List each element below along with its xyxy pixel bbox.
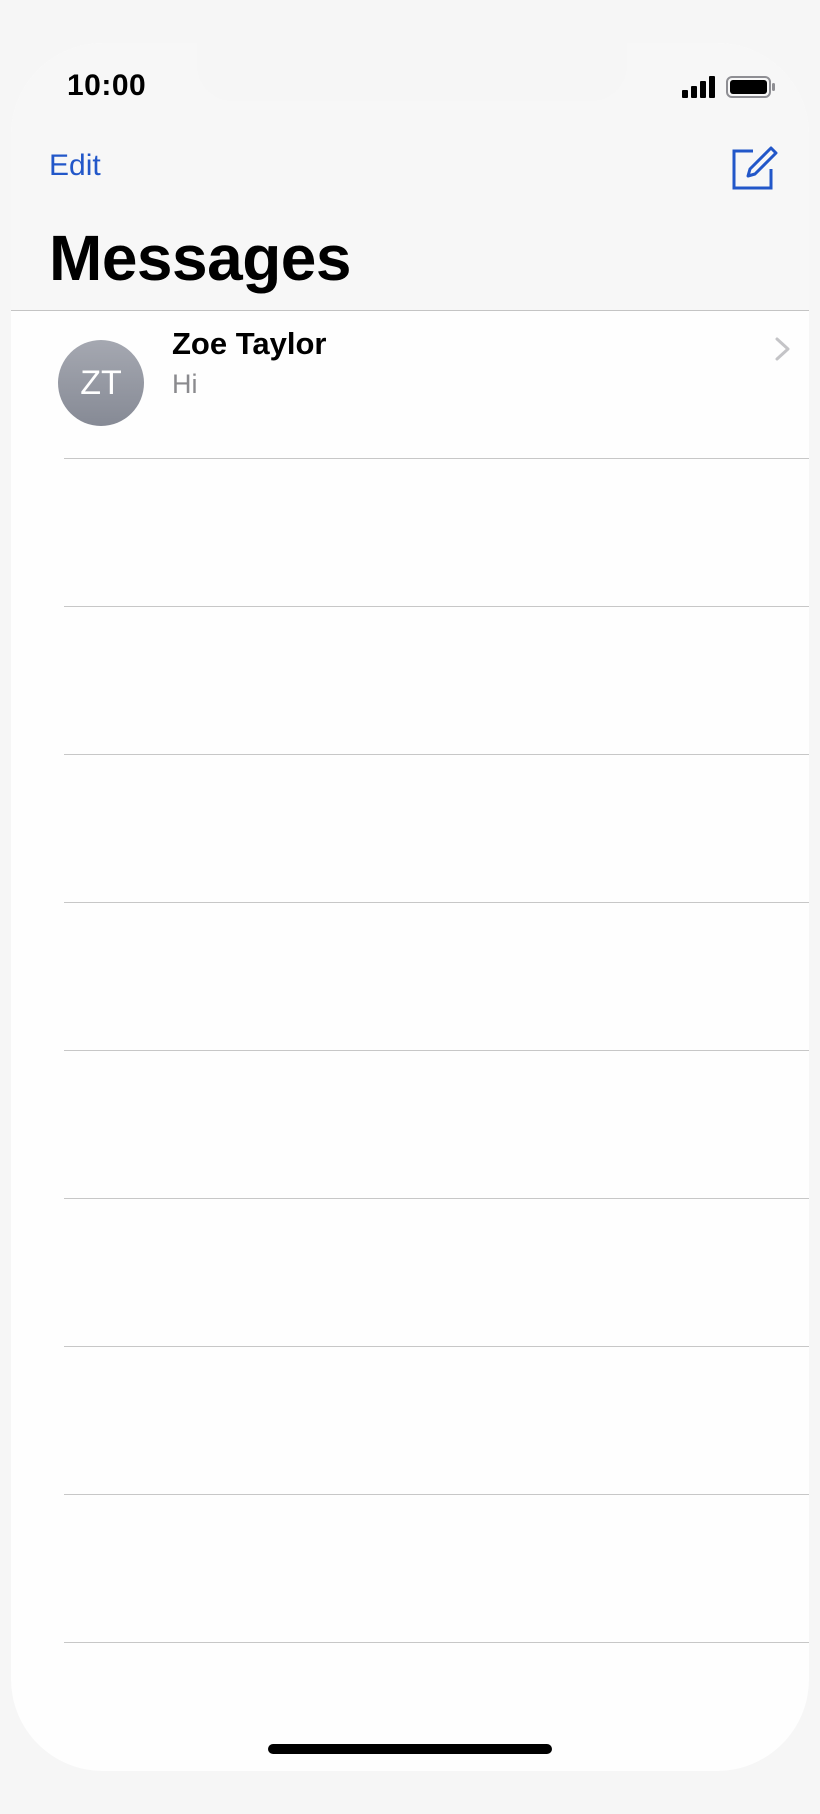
edit-button[interactable]: Edit bbox=[49, 149, 101, 183]
empty-list-row bbox=[64, 459, 809, 607]
cellular-signal-icon bbox=[682, 76, 718, 98]
device-notch bbox=[197, 43, 627, 101]
contact-name: Zoe Taylor bbox=[172, 326, 327, 361]
empty-list-row bbox=[64, 1347, 809, 1495]
conversation-row[interactable]: ZT Zoe Taylor Hi bbox=[58, 311, 809, 459]
chevron-right-icon bbox=[775, 337, 790, 361]
conversation-list[interactable]: ZT Zoe Taylor Hi bbox=[11, 311, 809, 1643]
phone-screen: 10:00 Edit Messages ZT Zoe Taylor Hi bbox=[11, 43, 809, 1771]
compose-icon[interactable] bbox=[731, 143, 779, 191]
battery-icon bbox=[726, 76, 775, 98]
empty-list-row bbox=[64, 755, 809, 903]
page-title: Messages bbox=[49, 222, 351, 294]
avatar: ZT bbox=[58, 340, 144, 426]
empty-list-row bbox=[64, 1199, 809, 1347]
empty-list-row bbox=[64, 903, 809, 1051]
home-indicator[interactable] bbox=[268, 1744, 552, 1754]
empty-list-row bbox=[64, 1495, 809, 1643]
status-time: 10:00 bbox=[67, 69, 147, 102]
empty-list-row bbox=[64, 607, 809, 755]
message-preview: Hi bbox=[172, 369, 198, 399]
empty-list-row bbox=[64, 1051, 809, 1199]
